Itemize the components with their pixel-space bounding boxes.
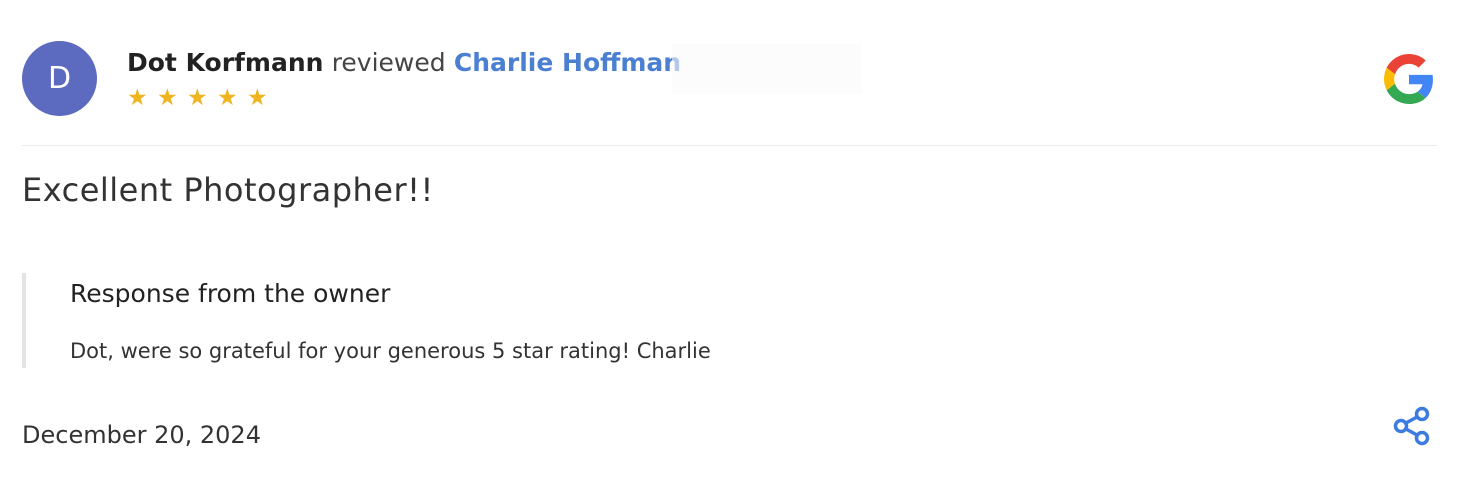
review-card: D Dot Korfmann reviewed Charlie Hoffman … xyxy=(0,0,1457,490)
star-icon: ★ xyxy=(187,85,208,111)
response-title: Response from the owner xyxy=(70,279,391,308)
reviewer-name: Dot Korfmann xyxy=(127,48,324,77)
owner-response: Response from the owner Dot, were so gra… xyxy=(22,273,1126,368)
review-text: Excellent Photographer!! xyxy=(22,171,434,209)
header-overlay xyxy=(672,44,862,94)
avatar: D xyxy=(22,41,97,116)
divider xyxy=(22,145,1437,146)
star-rating: ★ ★ ★ ★ ★ xyxy=(127,85,277,113)
google-logo-icon xyxy=(1384,54,1433,104)
reviewed-verb: reviewed xyxy=(331,48,446,77)
review-date: December 20, 2024 xyxy=(22,421,261,449)
review-headline: Dot Korfmann reviewed Charlie Hoffman xyxy=(127,43,681,83)
business-name-link[interactable]: Charlie Hoffman xyxy=(454,48,681,77)
star-icon: ★ xyxy=(217,85,238,111)
star-icon: ★ xyxy=(157,85,178,111)
response-text: Dot, were so grateful for your generous … xyxy=(70,339,711,363)
star-icon: ★ xyxy=(127,85,148,111)
review-header: D Dot Korfmann reviewed Charlie Hoffman … xyxy=(22,41,1437,117)
star-icon: ★ xyxy=(247,85,268,111)
share-icon[interactable] xyxy=(1392,405,1434,447)
